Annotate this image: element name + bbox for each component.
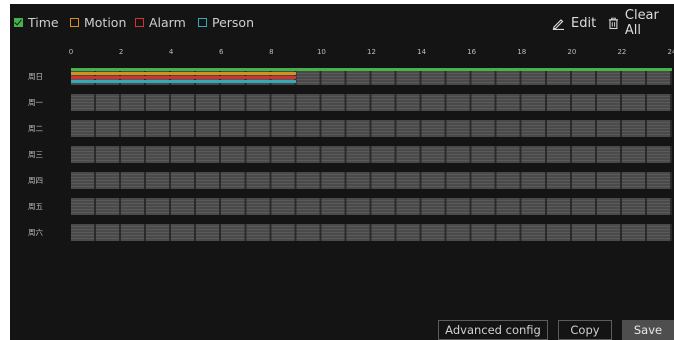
day-timeline[interactable] — [71, 120, 672, 137]
legend-motion[interactable]: Motion — [70, 14, 126, 30]
legend-alarm-label: Alarm — [149, 14, 186, 30]
save-button[interactable]: Save — [622, 320, 674, 340]
hour-label: 4 — [168, 48, 174, 56]
day-timeline[interactable] — [71, 68, 672, 85]
day-row: 周四 — [10, 172, 674, 189]
day-timeline[interactable] — [71, 146, 672, 163]
hour-label: 10 — [316, 48, 326, 56]
hour-label: 16 — [467, 48, 477, 56]
trash-icon — [608, 17, 618, 29]
hour-axis: 024681012141618202224 — [10, 48, 674, 62]
advanced-config-button[interactable]: Advanced config — [438, 320, 548, 340]
legend-time-label: Time — [28, 14, 59, 30]
time-checkbox[interactable] — [14, 17, 23, 27]
motion-schedule-bar — [71, 72, 297, 75]
edit-button[interactable]: Edit — [552, 14, 596, 32]
day-label: 周二 — [28, 124, 43, 133]
hour-label: 12 — [367, 48, 376, 56]
clear-all-label: Clear All — [624, 8, 659, 38]
clear-all-button[interactable]: Clear All — [608, 8, 674, 38]
hour-label: 0 — [68, 48, 74, 56]
day-label: 周六 — [28, 228, 43, 237]
hour-label: 14 — [417, 48, 427, 56]
day-row: 周日 — [10, 68, 674, 85]
day-row: 周三 — [10, 146, 674, 163]
hour-label: 6 — [219, 48, 224, 56]
day-timeline[interactable] — [71, 94, 672, 111]
day-timeline[interactable] — [71, 172, 672, 189]
person-checkbox[interactable] — [198, 17, 207, 27]
edit-label: Edit — [571, 15, 597, 31]
day-label: 周四 — [28, 176, 43, 185]
day-row: 周五 — [10, 198, 674, 215]
person-schedule-bar — [71, 80, 297, 83]
legend-alarm[interactable]: Alarm — [135, 14, 186, 30]
copy-button[interactable]: Copy — [558, 320, 612, 340]
hour-label: 2 — [118, 48, 124, 56]
day-timeline[interactable] — [71, 198, 672, 215]
alarm-schedule-bar — [71, 76, 297, 79]
hour-label: 18 — [517, 48, 527, 56]
hour-label: 8 — [269, 48, 274, 56]
pencil-icon — [552, 18, 564, 30]
legend-person[interactable]: Person — [198, 14, 254, 30]
schedule-panel: Time Motion Alarm Person Edit Clear All … — [10, 4, 674, 340]
legend-time[interactable]: Time — [14, 14, 59, 30]
hour-label: 24 — [667, 48, 674, 56]
day-timeline[interactable] — [71, 224, 672, 241]
hour-label: 20 — [567, 48, 577, 56]
day-label: 周一 — [28, 98, 43, 107]
legend-person-label: Person — [212, 14, 255, 30]
time-schedule-bar — [71, 68, 672, 71]
day-row: 周一 — [10, 94, 674, 111]
day-label: 周日 — [28, 72, 43, 81]
alarm-checkbox[interactable] — [135, 17, 144, 27]
toolbar: Time Motion Alarm Person Edit Clear All — [10, 4, 674, 38]
day-label: 周五 — [28, 202, 43, 211]
day-row: 周二 — [10, 120, 674, 137]
day-label: 周三 — [28, 150, 43, 159]
day-row: 周六 — [10, 224, 674, 241]
legend-motion-label: Motion — [84, 14, 127, 30]
motion-checkbox[interactable] — [70, 17, 79, 27]
hour-label: 22 — [617, 48, 627, 56]
